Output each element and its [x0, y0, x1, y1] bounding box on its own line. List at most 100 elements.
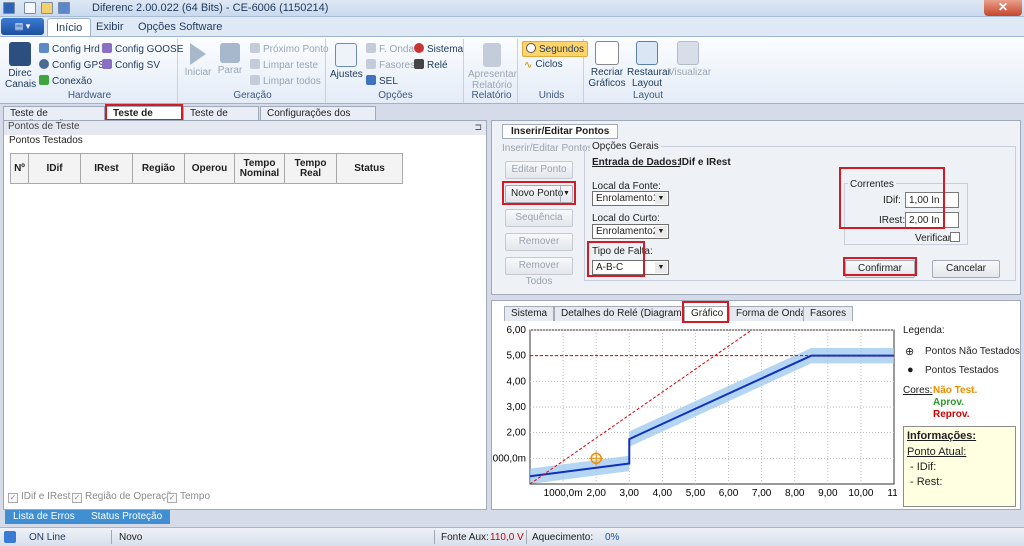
- app-menu-button[interactable]: ▤ ▾: [1, 18, 44, 35]
- x-tick-label: 1000,0m: [544, 488, 583, 499]
- info-title: Informações:: [907, 430, 977, 442]
- proximo-ponto-button[interactable]: Próximo Ponto: [250, 43, 329, 55]
- config-goose-button[interactable]: Config GOOSE: [102, 43, 183, 55]
- status-bar: ON Line Novo Fonte Aux: 110,0 V Aquecime…: [0, 527, 1024, 546]
- sel-icon: [366, 75, 376, 85]
- chevron-down-icon: ▼: [655, 226, 667, 237]
- remover-todos-button[interactable]: Remover Todos: [505, 257, 573, 287]
- cancelar-button[interactable]: Cancelar: [932, 260, 1000, 278]
- config-gps-button[interactable]: Config GPS: [39, 59, 105, 71]
- filter-idif-irest[interactable]: ✓ IDif e IRest: [8, 491, 70, 503]
- sistema-button[interactable]: Sistema: [414, 43, 463, 55]
- iniciar-button[interactable]: Iniciar: [183, 43, 213, 78]
- remover-button[interactable]: Remover: [505, 233, 573, 251]
- refresh-icon[interactable]: [4, 531, 16, 543]
- tab-inicio[interactable]: Início: [47, 18, 92, 36]
- legend-testados: Pontos Testados: [925, 365, 999, 376]
- filter-tempo[interactable]: ✓ Tempo: [167, 491, 210, 503]
- config-sv-button[interactable]: Config SV: [102, 59, 160, 71]
- tab-exibir[interactable]: Exibir: [88, 18, 132, 36]
- col-irest[interactable]: IRest: [80, 153, 133, 184]
- apresentar-relatorio-button[interactable]: Apresentar Relatório: [468, 43, 517, 91]
- new-file-icon[interactable]: [24, 2, 36, 14]
- info-rest: - Rest:: [910, 476, 943, 488]
- relatorio-group: Apresentar Relatório Relatório: [466, 39, 518, 103]
- col-num[interactable]: Nº: [10, 153, 29, 184]
- col-tempo-nominal[interactable]: Tempo Nominal: [234, 153, 285, 184]
- view-icon: [677, 41, 699, 65]
- ribbon: Direc Canais Config Hrd Config GPS Conex…: [0, 36, 1024, 104]
- local-fonte-select[interactable]: Enrolamento1 ▼: [592, 191, 669, 206]
- bottom-tabs: Lista de Erros Status Proteção: [3, 510, 487, 524]
- tab-inserir-editar[interactable]: Inserir/Editar Pontos: [502, 124, 619, 139]
- pin-icon[interactable]: ⊐: [474, 122, 482, 133]
- tab-detalhes-rele[interactable]: Detalhes do Relé (Diagrama): [554, 306, 698, 321]
- x-tick-label: 7,00: [752, 488, 772, 499]
- opcoes-group-label: Opções: [378, 90, 413, 101]
- layout-group: Recriar Gráficos Restaurar Layout Visual…: [586, 39, 711, 103]
- checkbox-icon: ✓: [8, 493, 18, 503]
- save-icon[interactable]: [58, 2, 70, 14]
- points-subtitle: Pontos Testados: [9, 135, 83, 146]
- unids-group-label: Unids: [538, 90, 565, 101]
- col-regiao[interactable]: Região: [132, 153, 185, 184]
- x-tick-label: 2,00: [586, 488, 606, 499]
- y-tick-label: 4,00: [507, 376, 527, 387]
- highlight-grafico: [682, 301, 729, 323]
- col-status[interactable]: Status: [336, 153, 403, 184]
- x-tick-label: 9,00: [818, 488, 838, 499]
- y-tick-label: 5,00: [507, 351, 527, 362]
- eraser-all-icon: [250, 75, 260, 85]
- tab-status-protecao[interactable]: Status Proteção: [83, 510, 171, 524]
- limpar-teste-button[interactable]: Limpar teste: [250, 59, 318, 71]
- relatorio-group-label: Relatório: [471, 90, 512, 101]
- filter-regiao[interactable]: ✓ Região de Operação: [72, 491, 177, 503]
- sine-icon: ∿: [524, 60, 533, 71]
- col-operou[interactable]: Operou: [184, 153, 235, 184]
- parar-button[interactable]: Parar: [216, 43, 244, 76]
- open-folder-icon[interactable]: [41, 2, 53, 14]
- opcoes-group: Ajustes F. Onda Fasores SEL Sistema Relé…: [328, 39, 464, 103]
- tab-sistema[interactable]: Sistema: [504, 306, 555, 321]
- editar-ponto-button[interactable]: Editar Ponto: [505, 161, 573, 179]
- tab-fasores[interactable]: Fasores: [803, 306, 854, 321]
- relay-icon: [414, 59, 424, 69]
- close-button[interactable]: ✕: [984, 0, 1022, 16]
- limpar-todos-button[interactable]: Limpar todos: [250, 75, 321, 87]
- info-idif: - IDif:: [910, 461, 937, 473]
- highlight-teste-ponto: [105, 104, 183, 121]
- segundos-button[interactable]: Segundos: [522, 41, 589, 57]
- sv-icon: [102, 59, 112, 69]
- highlight-novo-ponto: [502, 181, 576, 205]
- visualizar-button[interactable]: Visualizar: [668, 41, 711, 78]
- rele-button[interactable]: Relé: [414, 59, 448, 71]
- recriar-graficos-button[interactable]: Recriar Gráficos: [588, 41, 626, 89]
- entrada-dados-label: Entrada de Dados:: [592, 157, 681, 168]
- conexao-button[interactable]: Conexão: [39, 75, 92, 87]
- config-hrd-button[interactable]: Config Hrd: [39, 43, 100, 55]
- aquecimento-label: Aquecimento:: [532, 532, 594, 543]
- entrada-dados-value: IDif e IRest: [679, 157, 731, 168]
- points-table: Nº IDif IRest Região Operou Tempo Nomina…: [10, 153, 403, 184]
- panel-title: Pontos de Teste: [4, 121, 486, 135]
- tab-opcoes-software[interactable]: Opções Software: [130, 18, 230, 36]
- tab-lista-erros[interactable]: Lista de Erros: [5, 510, 83, 524]
- verificar-checkbox[interactable]: [950, 232, 960, 242]
- col-tempo-real[interactable]: Tempo Real: [284, 153, 337, 184]
- tab-forma-onda[interactable]: Forma de Onda: [729, 306, 814, 321]
- f-onda-button[interactable]: F. Onda: [366, 43, 414, 55]
- waveform-icon: [366, 43, 376, 53]
- x-tick-label: 4,00: [653, 488, 673, 499]
- ajustes-button[interactable]: Ajustes: [330, 43, 363, 80]
- local-curto-select[interactable]: Enrolamento2 ▼: [592, 224, 669, 239]
- app-logo-icon: [3, 2, 15, 14]
- checkbox-icon: ✓: [167, 493, 177, 503]
- ciclos-button[interactable]: ∿ Ciclos: [524, 59, 563, 71]
- sequencia-button[interactable]: Sequência: [505, 209, 573, 227]
- direc-canais-button[interactable]: Direc Canais: [5, 42, 36, 90]
- sel-button[interactable]: SEL: [366, 75, 398, 87]
- fasores-button[interactable]: Fasores: [366, 59, 415, 71]
- col-idif[interactable]: IDif: [28, 153, 81, 184]
- clock-icon: [526, 43, 536, 53]
- restaurar-layout-button[interactable]: Restaurar Layout: [627, 41, 671, 89]
